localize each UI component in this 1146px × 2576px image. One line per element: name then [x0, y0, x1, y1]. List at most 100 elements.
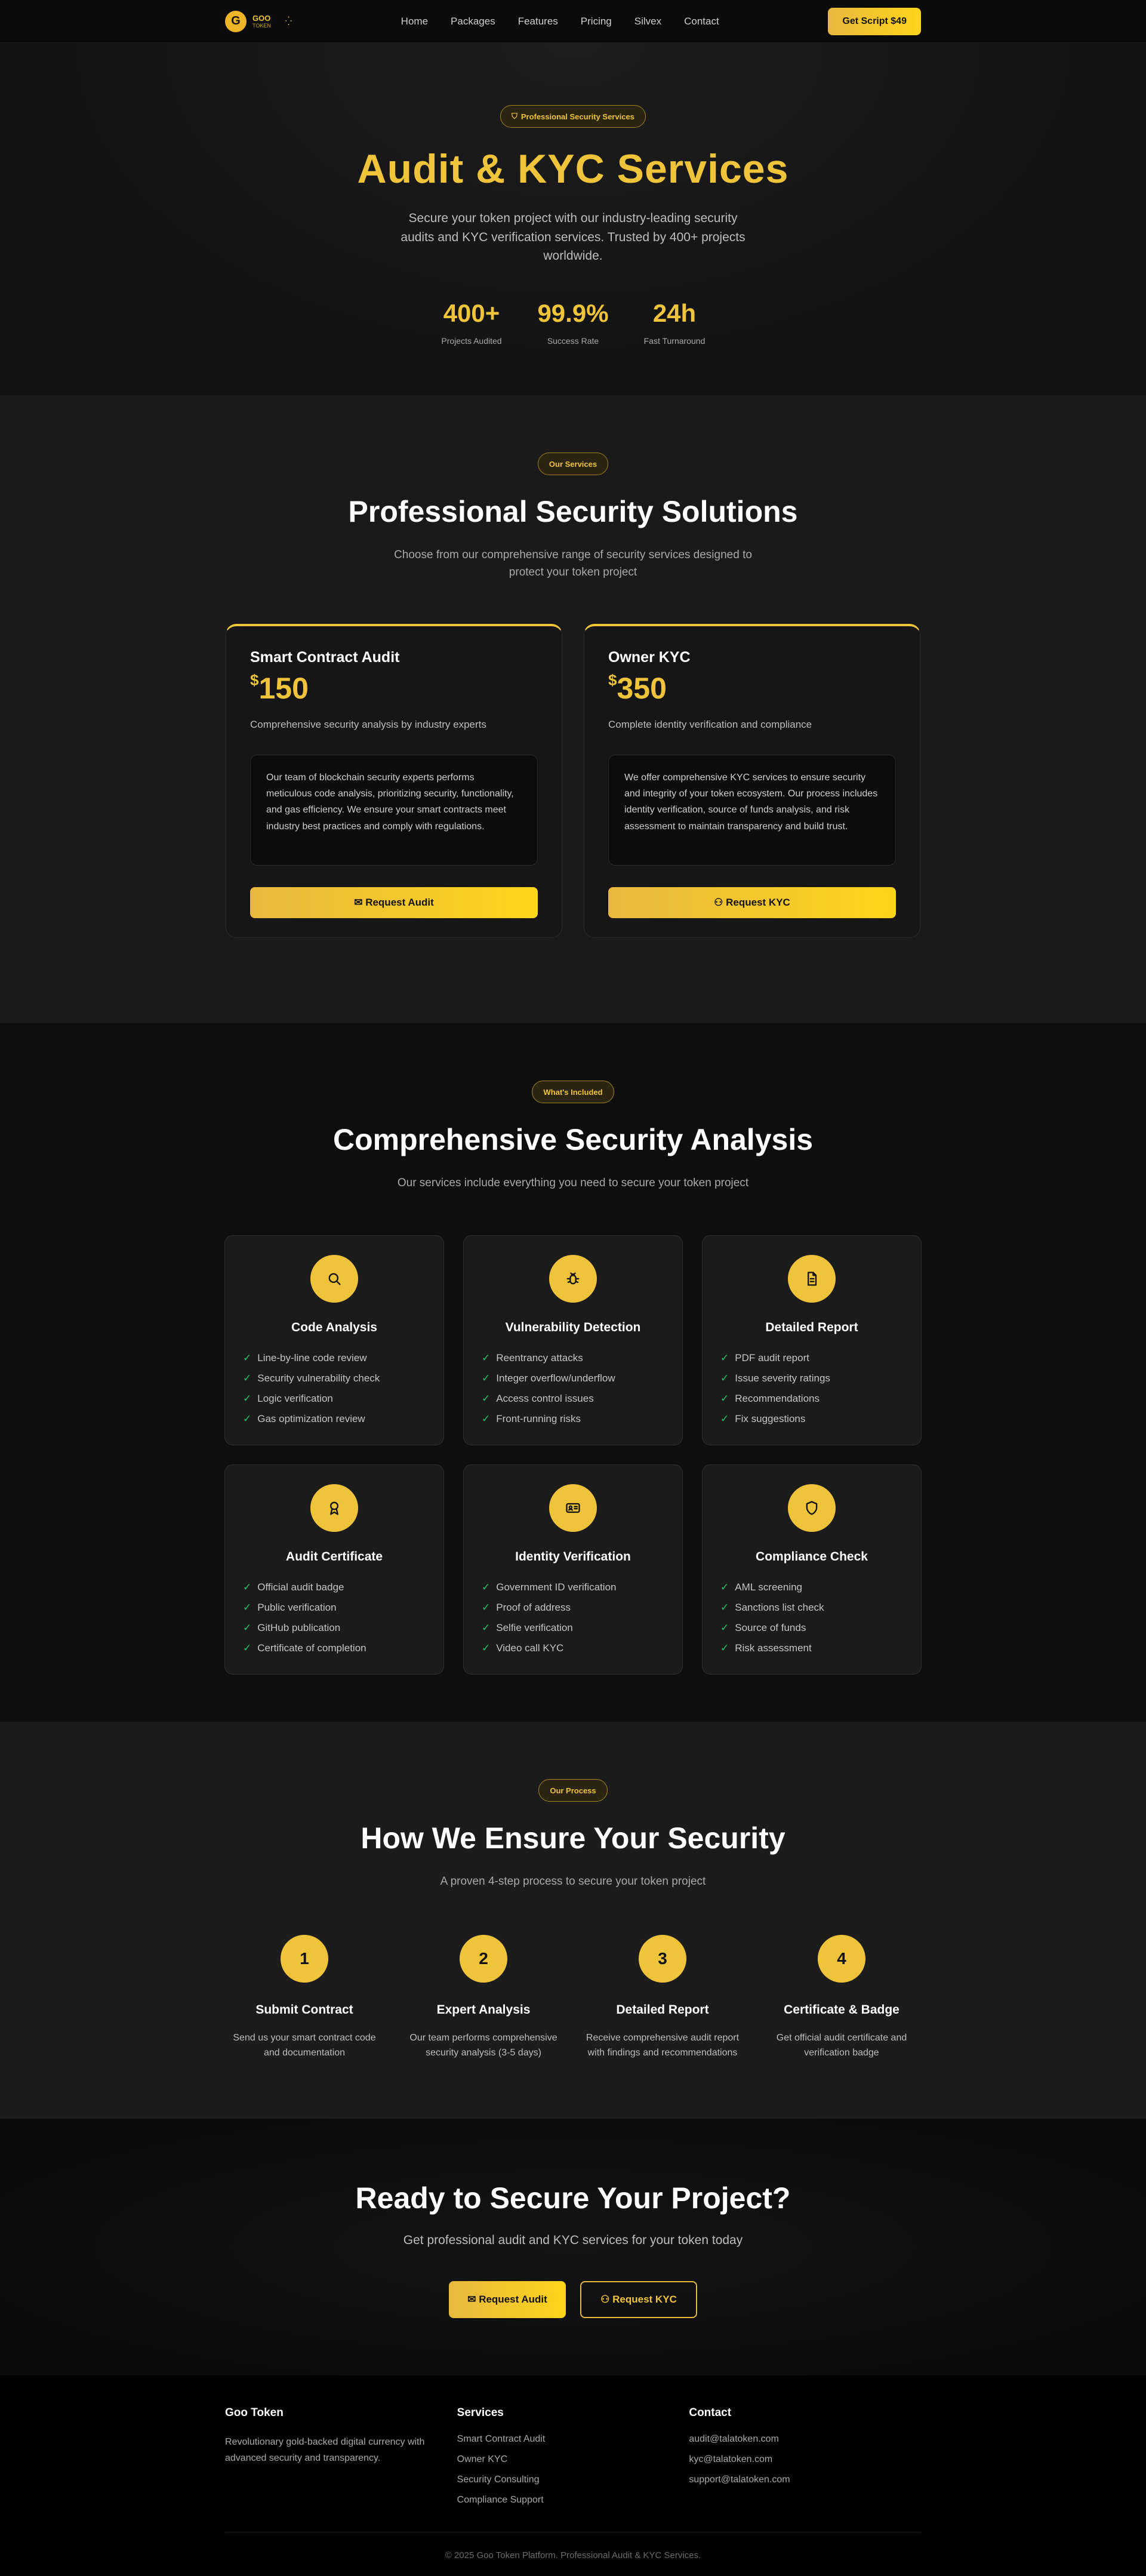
list-item: ✓ Line-by-line code review	[243, 1352, 367, 1364]
nav-link-features[interactable]: Features	[518, 16, 558, 27]
list-item: ✓ Certificate of completion	[243, 1642, 366, 1654]
step-desc: Get official audit certificate and verif…	[776, 2032, 907, 2058]
process-step: 4 Certificate & Badge Get official audit…	[764, 1934, 919, 2061]
list-item: ✓ Selfie verification	[482, 1621, 573, 1633]
logo-text-top: GOO	[252, 13, 271, 23]
footer-email-link[interactable]: audit@talatoken.com	[689, 2434, 921, 2454]
step-number: 2	[460, 1934, 507, 1983]
nav-link-packages[interactable]: Packages	[451, 16, 495, 27]
cta-buttons: ✉ Request Audit ⚇ Request KYC	[0, 2281, 1146, 2318]
services-badge: Our Services	[537, 453, 609, 475]
list-item: ✓ Issue severity ratings	[720, 1372, 830, 1384]
user-check-icon: ⚇	[600, 2294, 610, 2305]
footer-link[interactable]: Security Consulting	[457, 2475, 689, 2495]
features-title: Comprehensive Security Analysis	[332, 1123, 814, 1156]
list-item: ✓ Fix suggestions	[720, 1412, 806, 1424]
check-icon: ✓	[243, 1412, 252, 1424]
feature-card-code-analysis: Code Analysis ✓ Line-by-line code review …	[224, 1235, 444, 1445]
step-number: 4	[818, 1934, 865, 1983]
footer-link[interactable]: Owner KYC	[457, 2454, 689, 2475]
hero-section: ⛉ Professional Security Services Audit &…	[0, 43, 1146, 395]
nav-link-home[interactable]: Home	[401, 16, 428, 27]
features-subtitle: Our services include everything you need…	[397, 1177, 749, 1189]
nav-links: Home Packages Features Pricing Silvex Co…	[401, 16, 719, 27]
service-body: Our team of blockchain security experts …	[250, 755, 538, 866]
list-item: ✓ Recommendations	[720, 1392, 820, 1404]
hero-subtitle: Secure your token project with our indus…	[401, 211, 745, 263]
footer-link[interactable]: Compliance Support	[457, 2495, 689, 2515]
id-card-icon	[549, 1484, 597, 1532]
check-icon: ✓	[482, 1581, 491, 1593]
hero-stats: 400+ Projects Audited 99.9% Success Rate…	[0, 299, 1146, 346]
cta-title: Ready to Secure Your Project?	[355, 2181, 791, 2215]
check-icon: ✓	[482, 1372, 491, 1384]
list-item: ✓ Sanctions list check	[720, 1601, 824, 1613]
step-title: Expert Analysis	[436, 2002, 531, 2017]
check-icon: ✓	[720, 1372, 729, 1384]
service-body: We offer comprehensive KYC services to e…	[608, 755, 896, 866]
check-icon: ✓	[720, 1581, 729, 1593]
cta-section: Ready to Secure Your Project? Get profes…	[0, 2119, 1146, 2375]
feature-card-report: Detailed Report ✓ PDF audit report ✓ Issue…	[702, 1235, 922, 1445]
service-desc: Comprehensive security analysis by indus…	[250, 719, 486, 730]
bug-icon	[549, 1254, 597, 1303]
award-icon	[310, 1484, 358, 1532]
services-title: Professional Security Solutions	[348, 495, 798, 528]
check-icon: ✓	[243, 1642, 252, 1654]
nav-link-silvex[interactable]: Silvex	[634, 16, 661, 27]
process-step: 3 Detailed Report Receive comprehensive …	[585, 1934, 740, 2061]
feature-card-certificate: Audit Certificate ✓ Official audit badge …	[224, 1464, 444, 1675]
footer-email-link[interactable]: kyc@talatoken.com	[689, 2454, 921, 2475]
cta-request-kyc-button[interactable]: ⚇ Request KYC	[580, 2281, 697, 2318]
footer: Goo Token Revolutionary gold-backed digi…	[0, 2375, 1146, 2576]
service-title: Smart Contract Audit	[250, 649, 400, 666]
stat-success: 99.9% Success Rate	[537, 298, 609, 346]
check-icon: ✓	[482, 1642, 491, 1654]
footer-link[interactable]: Smart Contract Audit	[457, 2434, 689, 2454]
check-icon: ✓	[720, 1621, 729, 1633]
check-icon: ✓	[482, 1352, 491, 1364]
step-title: Certificate & Badge	[784, 2002, 899, 2017]
footer-email-link[interactable]: support@talatoken.com	[689, 2475, 921, 2495]
step-number: 1	[281, 1934, 328, 1983]
step-desc: Receive comprehensive audit report with …	[586, 2032, 740, 2058]
list-item: ✓ PDF audit report	[720, 1352, 809, 1364]
footer-services: Services Smart Contract Audit Owner KYC …	[457, 2406, 689, 2515]
list-item: ✓ Gas optimization review	[243, 1412, 365, 1424]
list-item: ✓ Integer overflow/underflow	[482, 1372, 615, 1384]
get-script-button[interactable]: Get Script $49	[828, 7, 921, 35]
list-item: ✓ Logic verification	[243, 1392, 333, 1404]
request-audit-button[interactable]: ✉ Request Audit	[250, 887, 538, 918]
process-subtitle: A proven 4-step process to secure your t…	[440, 1875, 706, 1888]
features-badge: What's Included	[532, 1081, 614, 1103]
service-title: Owner KYC	[608, 649, 691, 666]
feature-card-vulnerability: Vulnerability Detection ✓ Reentrancy atta…	[463, 1235, 683, 1445]
logo[interactable]: G GOO TOKEN ⁛	[225, 10, 292, 32]
list-item: ✓ Official audit badge	[243, 1581, 344, 1593]
service-price: $150	[250, 671, 309, 705]
list-item: ✓ Proof of address	[482, 1601, 571, 1613]
step-title: Submit Contract	[255, 2002, 353, 2017]
footer-contact: Contact audit@talatoken.com kyc@talatoke…	[689, 2406, 921, 2515]
feature-card-identity: Identity Verification ✓ Government ID ver…	[463, 1464, 683, 1675]
list-item: ✓ Source of funds	[720, 1621, 806, 1633]
search-icon	[310, 1254, 358, 1303]
process-title: How We Ensure Your Security	[361, 1821, 785, 1855]
envelope-icon: ✉	[467, 2294, 476, 2305]
services-subtitle: Choose from our comprehensive range of s…	[394, 549, 752, 578]
copyright: © 2025 Goo Token Platform. Professional …	[225, 2532, 921, 2560]
list-item: ✓ Front-running risks	[482, 1412, 581, 1424]
features-section: What's Included Comprehensive Security A…	[0, 1023, 1146, 1722]
nav-link-pricing[interactable]: Pricing	[581, 16, 612, 27]
check-icon: ✓	[482, 1601, 491, 1613]
service-card-audit: Smart Contract Audit $150 Comprehensive …	[226, 624, 562, 938]
check-icon: ✓	[243, 1372, 252, 1384]
check-icon: ✓	[482, 1412, 491, 1424]
check-icon: ✓	[243, 1581, 252, 1593]
cta-subtitle: Get professional audit and KYC services …	[403, 2233, 743, 2247]
cta-request-audit-button[interactable]: ✉ Request Audit	[449, 2281, 566, 2318]
sparkle-icon: ⁛	[285, 16, 292, 26]
nav-link-contact[interactable]: Contact	[684, 16, 719, 27]
request-kyc-button[interactable]: ⚇ Request KYC	[608, 887, 896, 918]
check-icon: ✓	[243, 1601, 252, 1613]
